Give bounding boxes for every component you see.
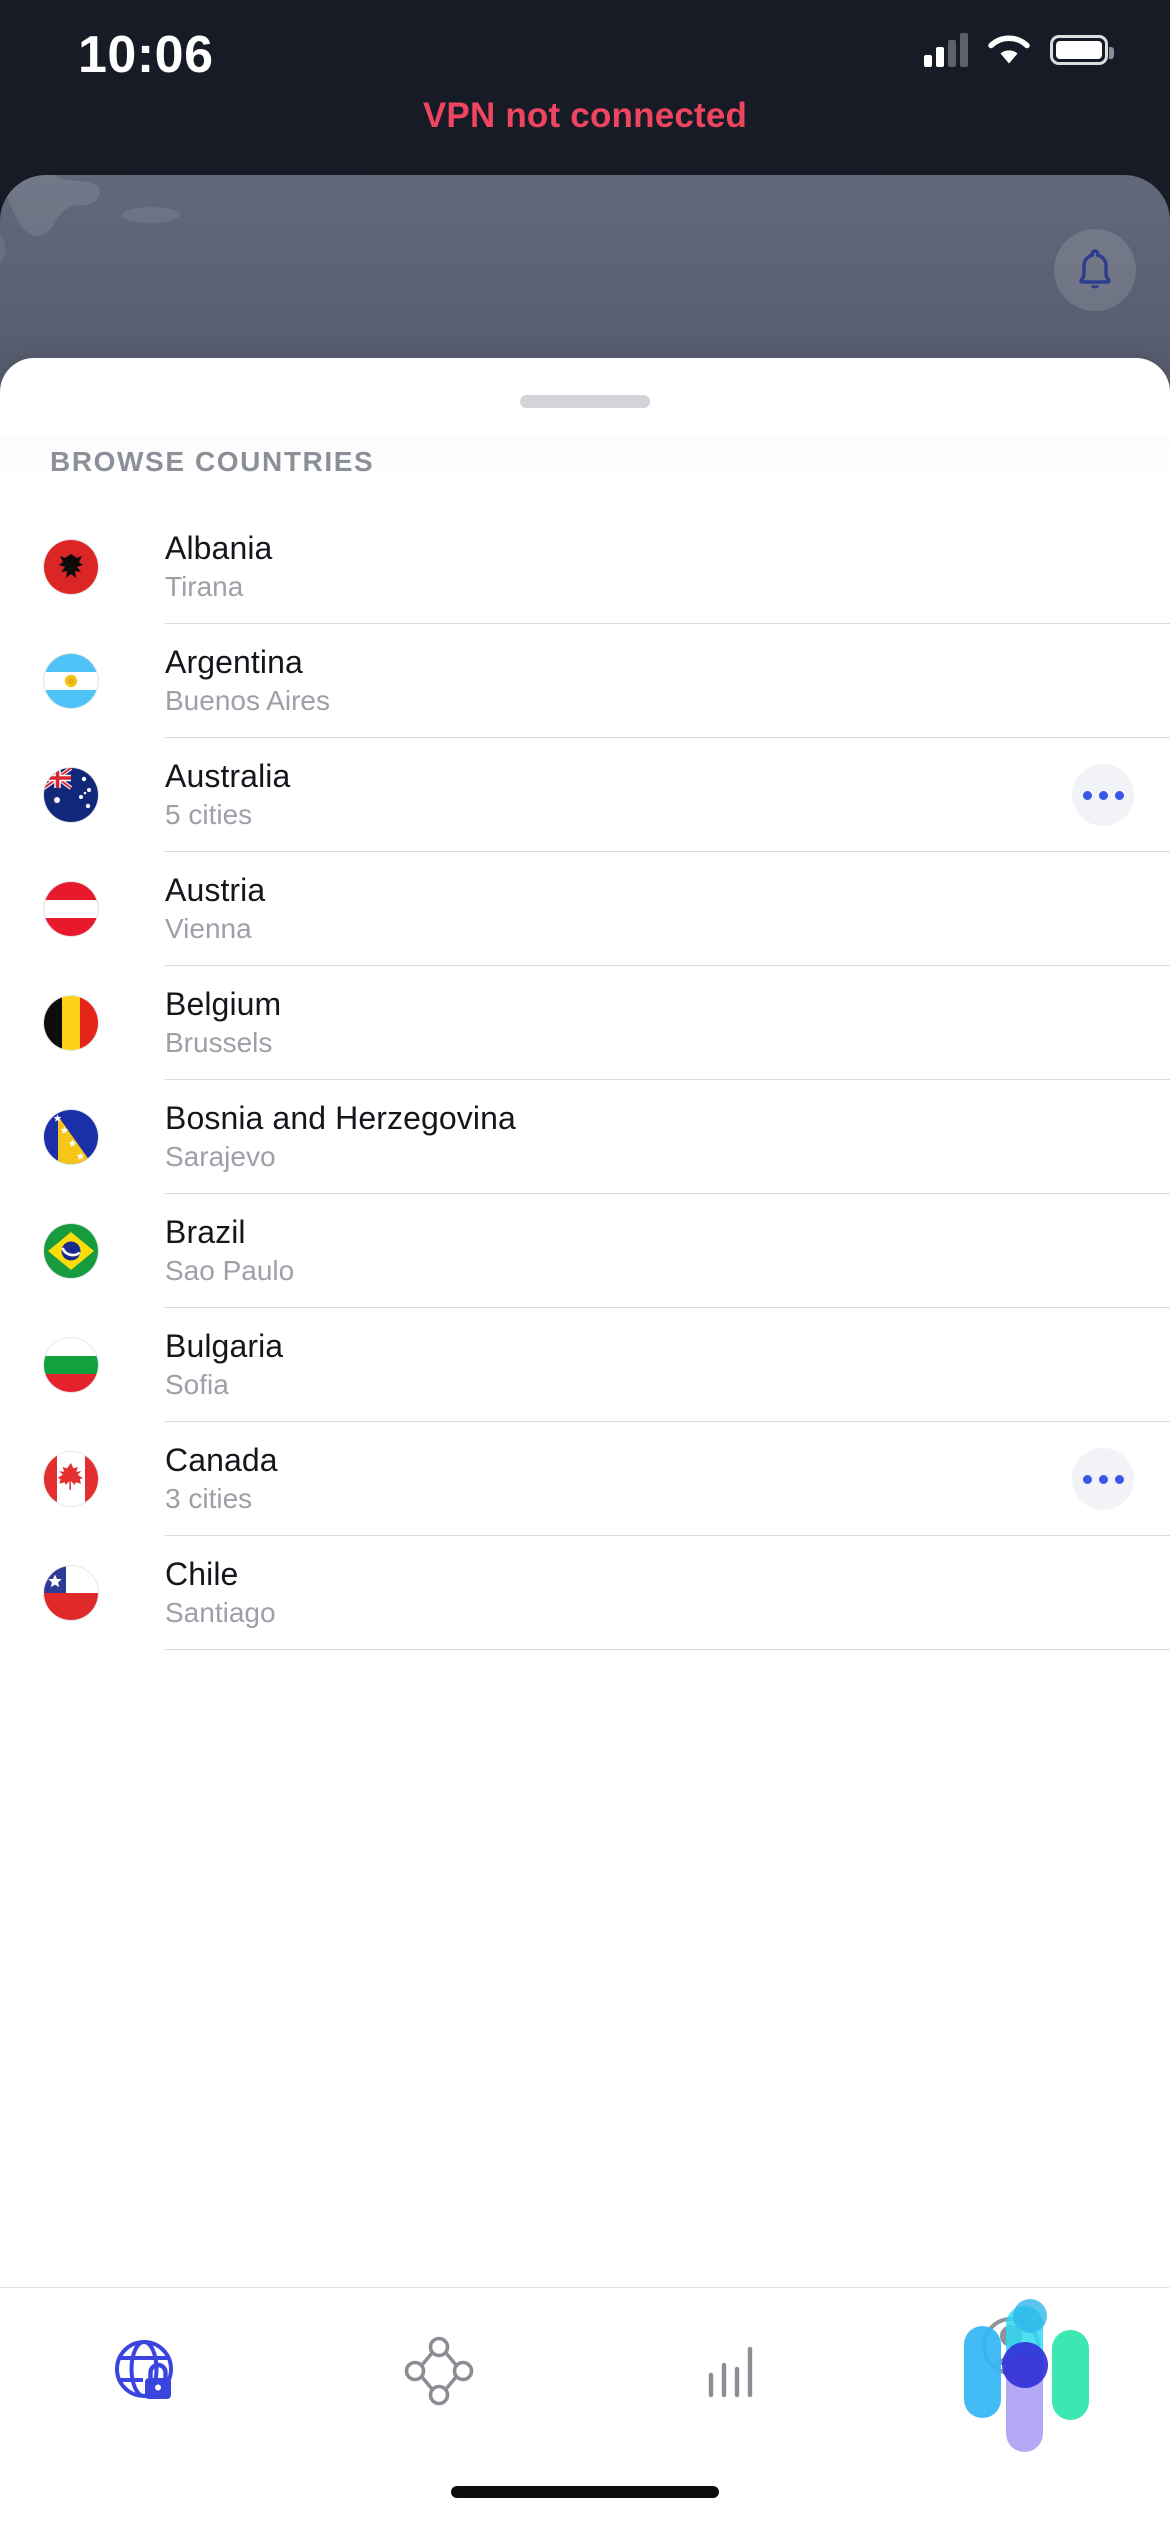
country-row-text: AustriaVienna [165,871,265,947]
country-subtitle: 5 cities [165,797,290,833]
country-subtitle: Santiago [165,1595,276,1631]
country-subtitle: 3 cities [165,1481,278,1517]
cellular-signal-icon [924,33,968,67]
country-name: Austria [165,871,265,909]
mesh-network-icon [401,2333,477,2414]
country-subtitle: Tirana [165,569,272,605]
globe-lock-icon [109,2334,183,2413]
home-indicator [451,2486,719,2498]
country-subtitle: Sarajevo [165,1139,516,1175]
brazil-flag [44,1224,98,1278]
tab-strip [0,2288,1170,2458]
belgium-flag [44,996,98,1050]
country-more-button[interactable] [1072,1448,1134,1510]
country-name: Brazil [165,1213,294,1251]
bottom-tab-bar [0,2287,1170,2532]
country-row[interactable]: BrazilSao Paulo [0,1194,1170,1308]
chile-flag [44,1566,98,1620]
country-row[interactable]: Australia5 cities [0,738,1170,852]
country-row-text: Canada3 cities [165,1441,278,1517]
country-row[interactable]: Canada3 cities [0,1422,1170,1536]
dot-icon [1083,1475,1092,1484]
country-row-text: Australia5 cities [165,757,290,833]
country-row-text: Bosnia and HerzegovinaSarajevo [165,1099,516,1175]
country-subtitle: Brussels [165,1025,281,1061]
austria-flag [44,882,98,936]
country-row[interactable]: BulgariaSofia [0,1308,1170,1422]
country-row-text: ChileSantiago [165,1555,276,1631]
vpn-status-text: VPN not connected [0,96,1170,136]
country-subtitle: Buenos Aires [165,683,330,719]
country-row[interactable]: ArgentinaBuenos Aires [0,624,1170,738]
country-name: Albania [165,529,272,567]
country-row-text: AlbaniaTirana [165,529,272,605]
country-row-text: BrazilSao Paulo [165,1213,294,1289]
country-name: Bulgaria [165,1327,283,1365]
dot-icon [1099,1475,1108,1484]
country-row[interactable]: AustriaVienna [0,852,1170,966]
bosnia-flag [44,1110,98,1164]
browse-countries-label: BROWSE COUNTRIES [50,446,374,478]
battery-icon [1050,35,1108,65]
dot-icon [1115,1475,1124,1484]
country-row[interactable]: BelgiumBrussels [0,966,1170,1080]
tab-mesh-network[interactable] [293,2288,586,2458]
country-row[interactable]: Bosnia and HerzegovinaSarajevo [0,1080,1170,1194]
country-name: Canada [165,1441,278,1479]
dot-icon [1115,791,1124,800]
bulgaria-flag [44,1338,98,1392]
status-bar-icons [924,33,1108,67]
australia-flag [44,768,98,822]
argentina-flag [44,654,98,708]
country-name: Argentina [165,643,330,681]
dot-icon [1083,791,1092,800]
sheet-drag-handle[interactable] [520,395,650,408]
country-name: Chile [165,1555,276,1593]
tab-vpn-locations[interactable] [0,2288,293,2458]
tab-stats[interactable] [585,2288,878,2458]
wifi-icon [988,34,1030,66]
country-subtitle: Sofia [165,1367,283,1403]
country-subtitle: Sao Paulo [165,1253,294,1289]
country-row-text: BulgariaSofia [165,1327,283,1403]
account-icon [939,2288,1109,2458]
country-row-text: ArgentinaBuenos Aires [165,643,330,719]
dot-icon [1099,791,1108,800]
country-row-text: BelgiumBrussels [165,985,281,1061]
albania-flag [44,540,98,594]
bell-icon[interactable] [1054,229,1136,311]
country-more-button[interactable] [1072,764,1134,826]
country-name: Bosnia and Herzegovina [165,1099,516,1137]
country-row[interactable]: ChileSantiago [0,1536,1170,1650]
country-name: Australia [165,757,290,795]
sheet-body: BROWSE COUNTRIES AlbaniaTiranaArgentinaB… [0,436,1170,2532]
tab-account[interactable] [878,2288,1170,2458]
country-list-sheet: BROWSE COUNTRIES AlbaniaTiranaArgentinaB… [0,358,1170,2532]
country-row[interactable]: AlbaniaTirana [0,510,1170,624]
country-name: Belgium [165,985,281,1023]
canada-flag [44,1452,98,1506]
country-subtitle: Vienna [165,911,265,947]
country-list: AlbaniaTirana ArgentinaBuenos Aires Austra… [0,510,1170,1650]
status-bar-time: 10:06 [78,25,214,85]
bar-stats-icon [693,2333,769,2414]
